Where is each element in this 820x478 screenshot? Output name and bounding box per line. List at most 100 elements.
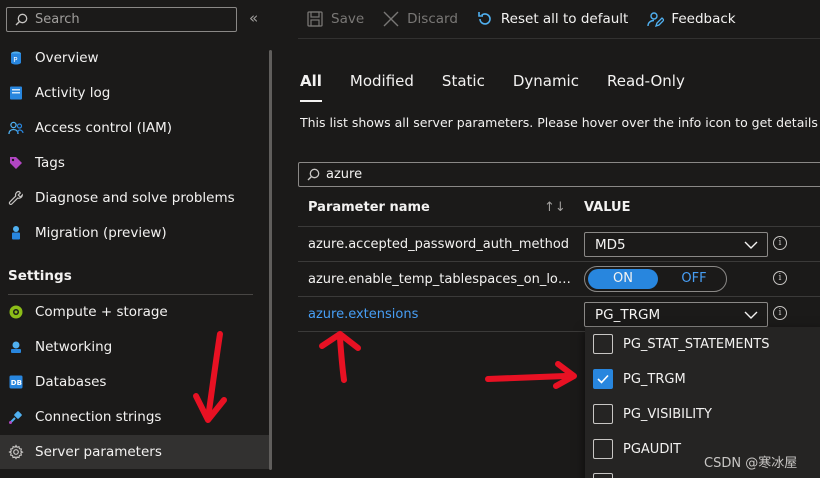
reset-icon xyxy=(478,12,491,25)
svg-text:P: P xyxy=(13,56,17,64)
tab-static[interactable]: Static xyxy=(442,72,485,102)
column-header-parameter-name[interactable]: Parameter name xyxy=(308,200,430,215)
checkbox-checked[interactable] xyxy=(593,369,613,389)
sidebar-item-connection-strings[interactable]: Connection strings xyxy=(0,400,272,434)
sidebar-item-databases[interactable]: DB Databases xyxy=(0,365,272,399)
database-icon: DB xyxy=(9,375,23,389)
row-divider xyxy=(298,296,820,297)
sort-icon[interactable]: ↑↓ xyxy=(544,200,566,215)
option-pg-visibility[interactable]: PG_VISIBILITY xyxy=(593,404,712,424)
gear-icon xyxy=(8,444,24,460)
toolbar-divider xyxy=(298,38,820,39)
option-pgaudit[interactable]: PGAUDIT xyxy=(593,439,681,459)
checkbox[interactable] xyxy=(593,404,613,424)
option-pg-stat-statements[interactable]: PG_STAT_STATEMENTS xyxy=(593,334,770,354)
tab-all[interactable]: All xyxy=(300,72,322,102)
migration-icon xyxy=(12,226,20,240)
sidebar-item-label: Databases xyxy=(35,374,107,390)
settings-section-header: Settings xyxy=(8,268,72,284)
compute-icon xyxy=(9,305,23,319)
row-divider xyxy=(298,331,585,332)
tab-read-only[interactable]: Read-Only xyxy=(607,72,685,102)
feedback-icon xyxy=(647,12,665,28)
option-label: PG_VISIBILITY xyxy=(623,406,712,422)
sidebar: Search « P Overview Activity log Access … xyxy=(0,0,276,478)
save-button[interactable]: Save xyxy=(306,10,364,28)
sidebar-item-overview[interactable]: P Overview xyxy=(0,41,272,75)
sidebar-item-label: Migration (preview) xyxy=(35,225,167,241)
toggle-off-option[interactable]: OFF xyxy=(663,269,725,289)
sidebar-scrollbar[interactable] xyxy=(269,50,272,470)
sidebar-item-tags[interactable]: Tags xyxy=(0,146,272,180)
info-icon[interactable]: i xyxy=(773,236,787,250)
option-partially-visible[interactable] xyxy=(593,473,613,478)
option-label: PG_STAT_STATEMENTS xyxy=(623,336,770,352)
chevron-down-icon xyxy=(744,241,758,249)
param-name-accepted-password-auth-method: azure.accepted_password_auth_method xyxy=(308,237,570,252)
info-icon[interactable]: i xyxy=(773,306,787,320)
sidebar-item-label: Activity log xyxy=(35,85,111,101)
on-off-toggle[interactable]: ON OFF xyxy=(584,266,727,292)
checkmark-icon xyxy=(597,374,609,384)
checkbox[interactable] xyxy=(593,439,613,459)
discard-label: Discard xyxy=(407,11,458,27)
option-label: PG_TRGM xyxy=(623,371,686,387)
sidebar-item-activity-log[interactable]: Activity log xyxy=(0,76,272,110)
param-name-enable-temp-tablespaces: azure.enable_temp_tablespaces_on_local_s… xyxy=(308,272,573,287)
database-icon-badge: DB xyxy=(11,379,22,387)
sidebar-item-migration[interactable]: Migration (preview) xyxy=(0,216,272,250)
checkbox[interactable] xyxy=(593,334,613,354)
search-icon xyxy=(15,13,28,26)
sidebar-item-label: Tags xyxy=(35,155,65,171)
parameter-tabs: All Modified Static Dynamic Read-Only xyxy=(300,72,685,102)
tab-modified[interactable]: Modified xyxy=(350,72,414,102)
chevron-down-icon xyxy=(744,311,758,319)
option-label: PGAUDIT xyxy=(623,441,682,457)
option-pg-trgm[interactable]: PG_TRGM xyxy=(593,369,686,389)
search-icon xyxy=(307,168,320,181)
networking-icon xyxy=(11,341,21,353)
command-bar: Save Discard Reset all to default Feedba… xyxy=(298,0,820,38)
discard-button[interactable]: Discard xyxy=(382,10,458,28)
column-header-value: VALUE xyxy=(584,200,631,215)
tab-dynamic[interactable]: Dynamic xyxy=(513,72,579,102)
feedback-button[interactable]: Feedback xyxy=(646,10,736,28)
param-name-azure-extensions[interactable]: azure.extensions xyxy=(308,307,573,322)
sidebar-item-compute-storage[interactable]: Compute + storage xyxy=(0,295,272,329)
select-value: PG_TRGM xyxy=(595,306,661,323)
reset-all-button[interactable]: Reset all to default xyxy=(476,10,628,28)
value-select-extensions[interactable]: PG_TRGM xyxy=(584,302,768,327)
overview-icon: P xyxy=(11,51,21,65)
sidebar-item-label: Overview xyxy=(35,50,99,66)
filter-box[interactable] xyxy=(298,162,820,187)
connection-icon xyxy=(9,411,22,424)
collapse-sidebar-icon[interactable]: « xyxy=(249,9,258,27)
save-label: Save xyxy=(331,11,365,27)
info-description: This list shows all server parameters. P… xyxy=(300,115,820,130)
header-divider xyxy=(298,226,820,227)
activity-log-icon xyxy=(10,86,22,100)
filter-input[interactable] xyxy=(326,167,776,182)
sidebar-item-label: Compute + storage xyxy=(35,304,168,320)
sidebar-search[interactable]: Search xyxy=(6,7,237,32)
row-divider xyxy=(298,261,820,262)
sidebar-item-server-parameters[interactable]: Server parameters xyxy=(0,435,272,469)
sidebar-item-diagnose[interactable]: Diagnose and solve problems xyxy=(0,181,272,215)
sidebar-item-networking[interactable]: Networking xyxy=(0,330,272,364)
save-icon xyxy=(307,11,323,27)
sidebar-item-label: Networking xyxy=(35,339,113,355)
wrench-icon xyxy=(8,190,24,205)
reset-label: Reset all to default xyxy=(500,11,629,27)
red-arrow-up xyxy=(319,331,361,383)
close-icon xyxy=(383,11,399,27)
select-value: MD5 xyxy=(595,236,626,253)
toggle-on-option[interactable]: ON xyxy=(588,269,658,289)
sidebar-item-label: Server parameters xyxy=(35,444,162,460)
sidebar-item-access-control[interactable]: Access control (IAM) xyxy=(0,111,272,145)
checkbox[interactable] xyxy=(593,473,613,478)
value-select-auth-method[interactable]: MD5 xyxy=(584,232,768,257)
watermark: CSDN @寒冰屋 xyxy=(704,456,798,471)
info-icon[interactable]: i xyxy=(773,271,787,285)
sidebar-search-placeholder: Search xyxy=(35,12,80,27)
sidebar-item-label: Connection strings xyxy=(35,409,162,425)
